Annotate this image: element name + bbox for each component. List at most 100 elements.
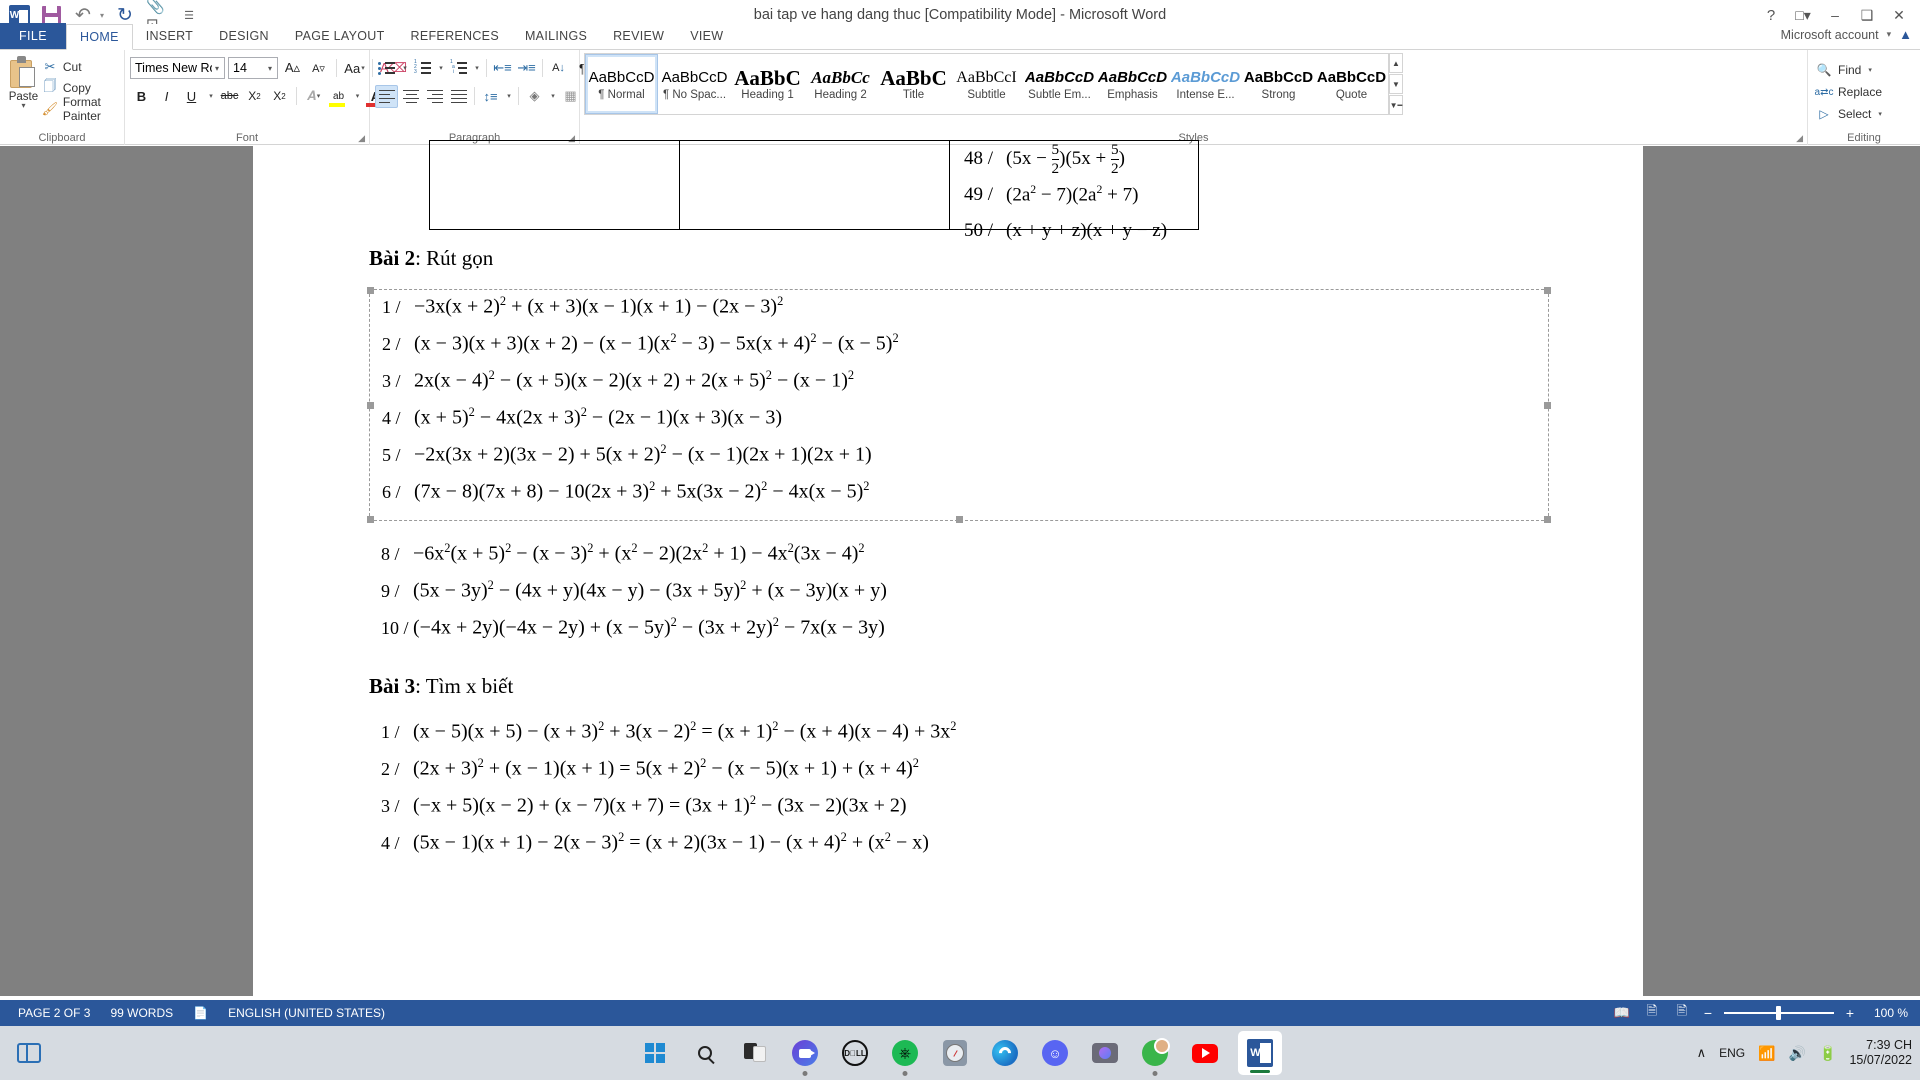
tab-home[interactable]: HOME (66, 24, 133, 50)
youtube-icon[interactable] (1188, 1036, 1222, 1070)
numbering-icon[interactable]: 123 (411, 57, 434, 80)
align-center-button[interactable] (399, 85, 422, 108)
zoom-in-button[interactable]: + (1844, 1005, 1856, 1021)
multilevel-dropdown-icon[interactable]: ▾ (471, 57, 482, 80)
language-indicator[interactable]: ENGLISH (UNITED STATES) (218, 1006, 395, 1020)
styles-gallery[interactable]: AaBbCcD ¶ Normal AaBbCcD ¶ No Spac... AaBbC H… (584, 53, 1389, 115)
document-page[interactable]: 48 / (5x − 5 2)(5x + 5 2) 49 / (2a2 − 7)(2a2 … (253, 140, 1643, 996)
profile-icon[interactable] (1138, 1036, 1172, 1076)
increase-indent-icon[interactable]: ⇥≡ (515, 57, 538, 80)
clock-date[interactable]: 7:39 CH 15/07/2022 (1849, 1038, 1912, 1068)
text-highlight-color-icon[interactable]: ab (327, 85, 350, 108)
resize-handle-bottom-right[interactable] (1544, 516, 1551, 523)
resize-handle-top-left[interactable] (367, 287, 374, 294)
zoom-level[interactable]: 100 % (1866, 1006, 1908, 1020)
battery-icon[interactable]: 🔋 (1819, 1045, 1836, 1062)
table-row[interactable]: 49 / (2a2 − 7)(2a2 + 7) (950, 177, 1198, 213)
tab-view[interactable]: VIEW (677, 23, 736, 49)
tab-mailings[interactable]: MAILINGS (512, 23, 600, 49)
borders-icon[interactable]: ▦ (559, 85, 582, 108)
equation-row[interactable]: 1 / −3x(x + 2)2 + (x + 3)(x − 1)(x + 1) −… (370, 294, 1548, 331)
equation-row[interactable]: 1 / (x − 5)(x + 5) − (x + 3)2 + 3(x − 2)2… (369, 719, 1549, 756)
discord-icon[interactable]: ☺ (1038, 1036, 1072, 1070)
zoom-meetings-icon[interactable] (788, 1036, 822, 1076)
font-name-dropdown-icon[interactable]: ▾ (212, 64, 222, 73)
equation-row[interactable]: 5 / −2x(3x + 2)(3x − 2) + 5(x + 2)2 − (x … (370, 442, 1548, 479)
search-icon[interactable] (688, 1036, 722, 1070)
selected-equation-object[interactable]: 1 / −3x(x + 2)2 + (x + 3)(x − 1)(x + 1) −… (367, 287, 1551, 523)
tab-review[interactable]: REVIEW (600, 23, 677, 49)
equation-row[interactable]: 10 /(−4x + 2y)(−4x − 2y) + (x − 5y)2 − (… (369, 615, 1549, 652)
style-intense-e[interactable]: AaBbCcD Intense E... (1169, 54, 1242, 114)
select-dropdown-icon[interactable]: ▾ (1878, 110, 1882, 118)
style-normal[interactable]: AaBbCcD ¶ Normal (585, 54, 658, 114)
table-row[interactable]: 50 / (x + y + z)(x + y − z) (950, 213, 1198, 249)
dell-icon[interactable]: D⃠LL (838, 1036, 872, 1070)
decrease-indent-icon[interactable]: ⇤≡ (491, 57, 514, 80)
collapse-ribbon-icon[interactable]: ▲ (1899, 27, 1912, 42)
bullets-icon[interactable] (375, 57, 398, 80)
equation-row[interactable]: 4 / (5x − 1)(x + 1) − 2(x − 3)2 = (x + 2)… (369, 830, 1549, 867)
tab-insert[interactable]: INSERT (133, 23, 206, 49)
start-icon[interactable] (638, 1036, 672, 1070)
document-content[interactable]: 48 / (5x − 5 2)(5x + 5 2) 49 / (2a2 − 7)(2a2 … (367, 140, 1551, 867)
find-dropdown-icon[interactable]: ▾ (1868, 66, 1872, 74)
resize-handle-bottom-left[interactable] (367, 516, 374, 523)
equation-row[interactable]: 9 / (5x − 3y)2 − (4x + y)(4x − y) − (3x +… (369, 578, 1549, 615)
styles-more-icon[interactable]: ▼━ (1389, 95, 1403, 115)
styles-scroll-down-icon[interactable]: ▼ (1389, 74, 1403, 94)
style-heading-1[interactable]: AaBbC Heading 1 (731, 54, 804, 114)
style-emphasis[interactable]: AaBbCcD Emphasis (1096, 54, 1169, 114)
clock-icon[interactable] (938, 1036, 972, 1070)
print-layout-icon[interactable]: 🗎 (1642, 1003, 1662, 1021)
resize-handle-top-right[interactable] (1544, 287, 1551, 294)
underline-button[interactable]: U (180, 85, 203, 108)
undo-icon[interactable]: ↶ (72, 4, 94, 26)
resize-handle-middle-left[interactable] (367, 402, 374, 409)
select-button[interactable]: ▷ Select ▾ (1813, 103, 1882, 125)
word-taskbar-icon[interactable]: W (1238, 1031, 1282, 1075)
edge-icon[interactable] (988, 1036, 1022, 1070)
shading-dropdown-icon[interactable]: ▾ (547, 85, 558, 108)
account-area[interactable]: Microsoft account ▾ ▲ (1781, 27, 1912, 42)
zoom-out-button[interactable]: − (1702, 1005, 1714, 1021)
web-layout-icon[interactable]: 🖹 (1672, 1003, 1692, 1021)
styles-scroll-up-icon[interactable]: ▲ (1389, 53, 1403, 73)
justify-button[interactable] (447, 85, 470, 108)
italic-button[interactable]: I (155, 85, 178, 108)
spotify-icon[interactable]: ⎈ (888, 1036, 922, 1076)
multilevel-list-icon[interactable]: 1ai (447, 57, 470, 80)
table-cell-1[interactable] (430, 141, 680, 229)
bai2-remaining-equations[interactable]: 8 / −6x2(x + 5)2 − (x − 3)2 + (x2 − 2)(2x… (369, 541, 1549, 652)
equation-row[interactable]: 4 / (x + 5)2 − 4x(2x + 3)2 − (2x − 1)(x +… (370, 405, 1548, 442)
paste-dropdown-icon[interactable]: ▾ (21, 102, 25, 110)
font-size-input[interactable]: 14 ▾ (228, 57, 278, 79)
cut-button[interactable]: ✂ Cut (42, 57, 119, 76)
style-subtle-em[interactable]: AaBbCcD Subtle Em... (1023, 54, 1096, 114)
table-cell-3[interactable]: 48 / (5x − 5 2)(5x + 5 2) 49 / (2a2 − 7)(2a2 … (950, 141, 1198, 242)
style-strong[interactable]: AaBbCcD Strong (1242, 54, 1315, 114)
grow-font-icon[interactable]: A▵ (281, 57, 304, 80)
show-hidden-icons[interactable]: ∧ (1697, 1045, 1707, 1061)
shrink-font-icon[interactable]: A▿ (307, 57, 330, 80)
align-right-button[interactable] (423, 85, 446, 108)
read-mode-icon[interactable]: 📖 (1612, 1005, 1632, 1021)
document-area[interactable]: 48 / (5x − 5 2)(5x + 5 2) 49 / (2a2 − 7)(2a2 … (0, 140, 1920, 996)
style-heading-2[interactable]: AaBbCc Heading 2 (804, 54, 877, 114)
account-dropdown-icon[interactable]: ▾ (1887, 29, 1892, 40)
resize-handle-middle-right[interactable] (1544, 402, 1551, 409)
line-spacing-dropdown-icon[interactable]: ▾ (503, 85, 514, 108)
wifi-icon[interactable]: 📶 (1758, 1045, 1775, 1062)
style-no-spac[interactable]: AaBbCcD ¶ No Spac... (658, 54, 731, 114)
subscript-button[interactable]: X2 (243, 85, 266, 108)
paste-button[interactable]: Paste ▾ (5, 53, 42, 110)
line-spacing-icon[interactable]: ↕≡ (479, 85, 502, 108)
widgets-icon[interactable] (10, 1034, 48, 1072)
format-painter-button[interactable]: 🖌 Format Painter (42, 95, 119, 123)
bai3-equations[interactable]: 1 / (x − 5)(x + 5) − (x + 3)2 + 3(x − 2)2… (369, 719, 1549, 867)
tab-design[interactable]: DESIGN (206, 23, 282, 49)
undo-dropdown-icon[interactable]: ▾ (100, 11, 104, 20)
equation-row[interactable]: 3 / 2x(x − 4)2 − (x + 5)(x − 2)(x + 2) + … (370, 368, 1548, 405)
resize-handle-bottom-center[interactable] (956, 516, 963, 523)
equation-row[interactable]: 3 / (−x + 5)(x − 2) + (x − 7)(x + 7) = (3… (369, 793, 1549, 830)
